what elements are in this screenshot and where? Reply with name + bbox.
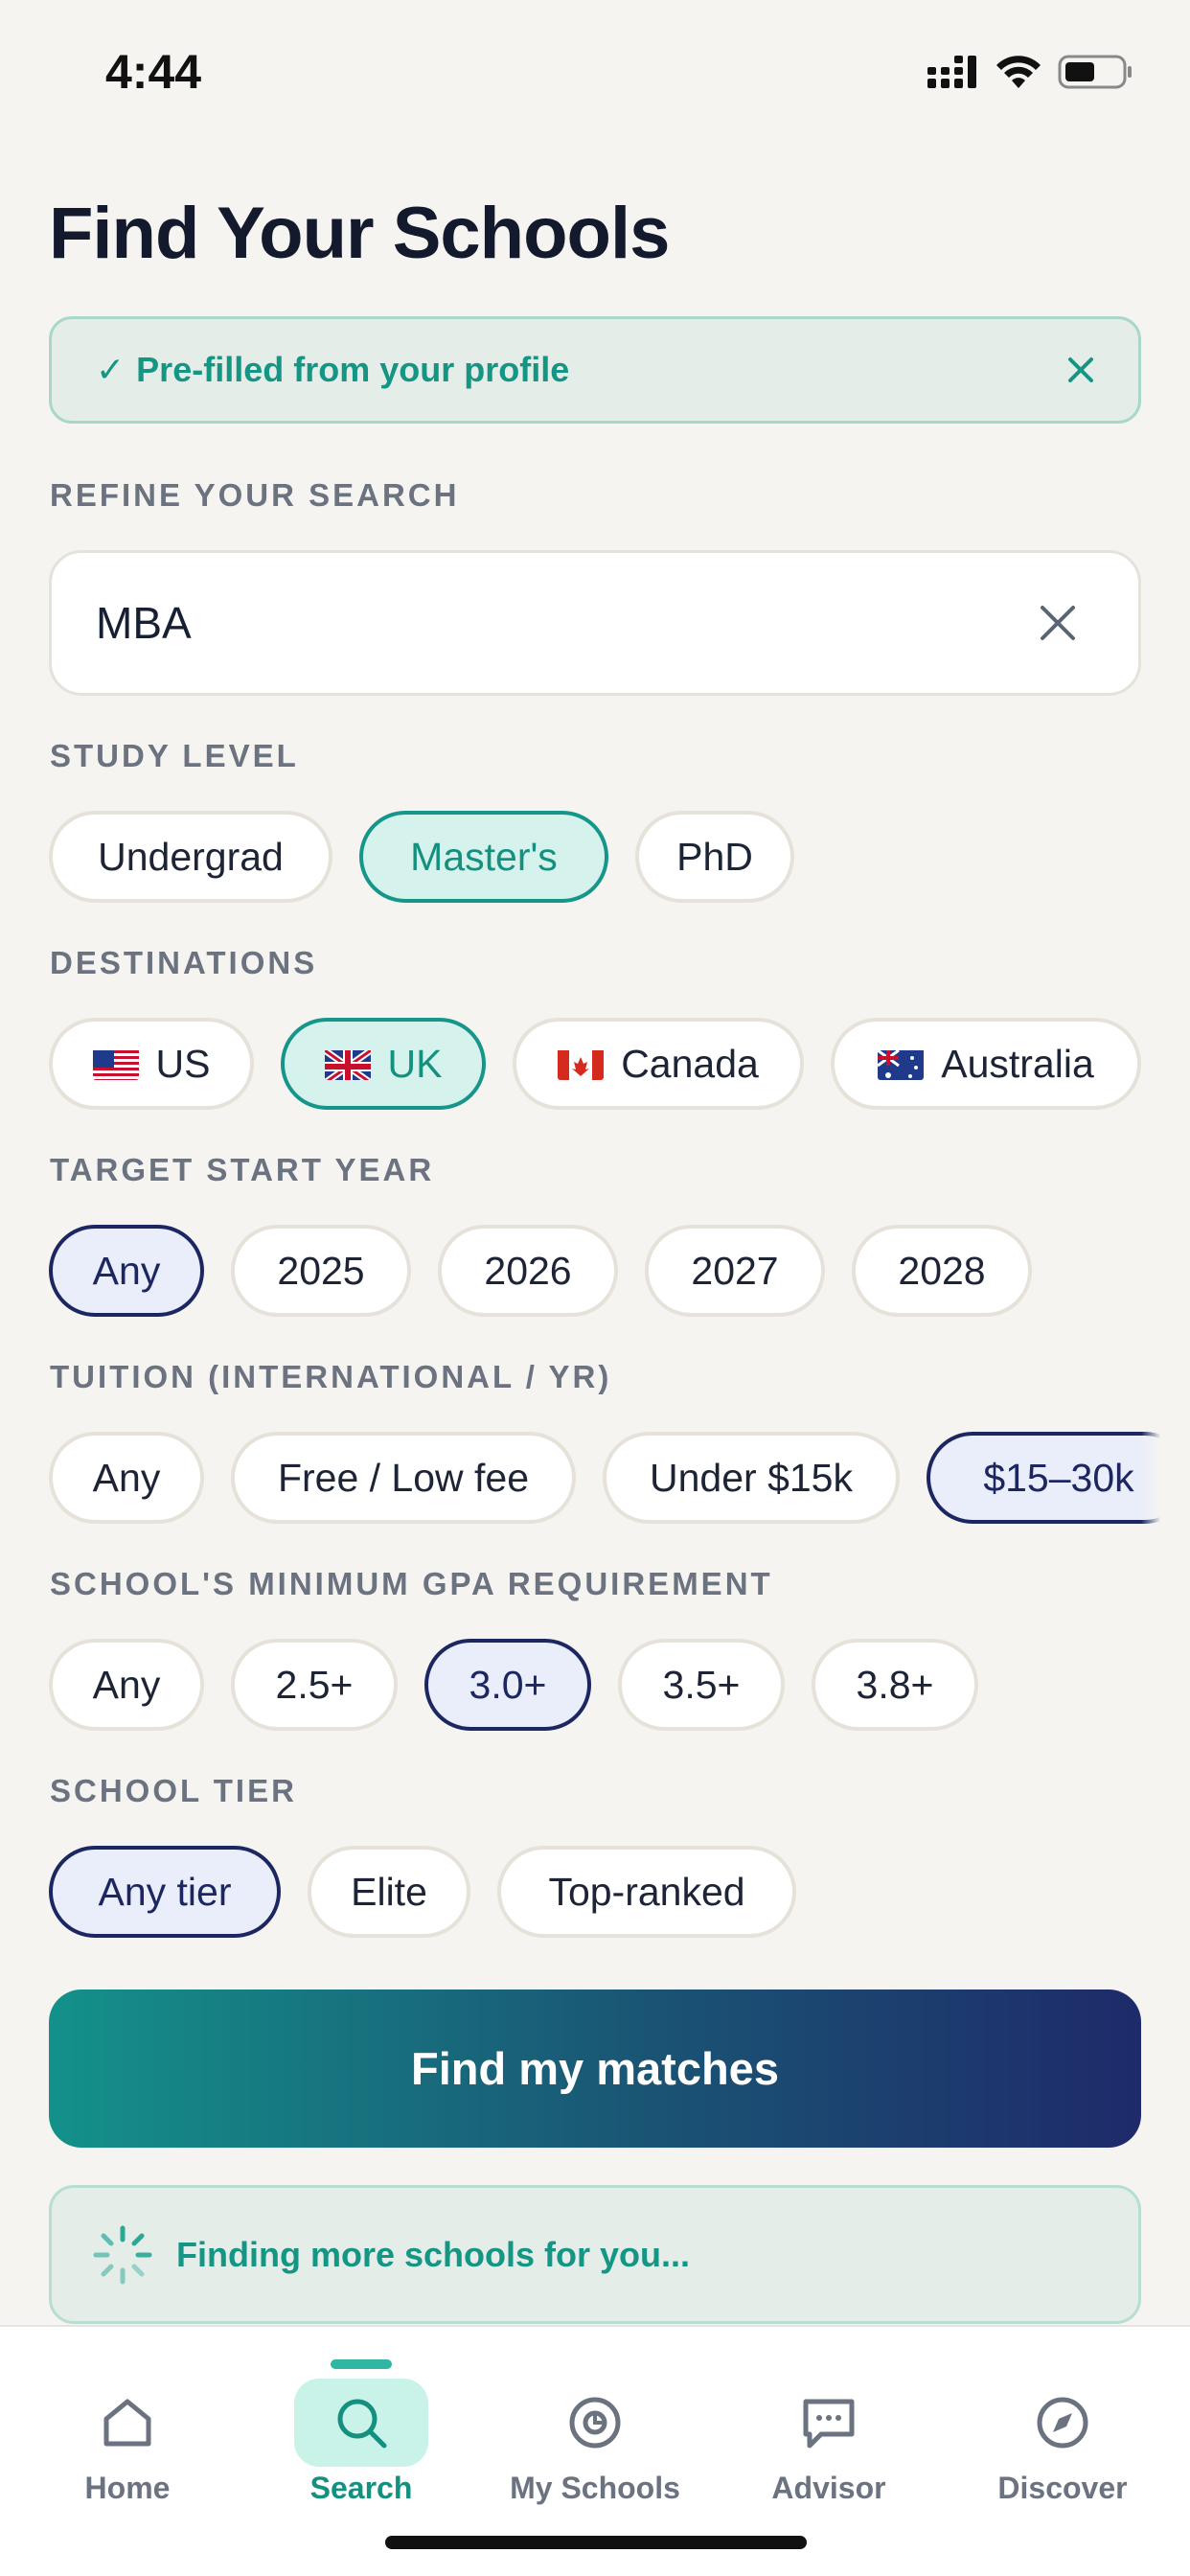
canada-flag-icon [558, 1047, 605, 1080]
close-icon[interactable] [1062, 351, 1100, 389]
loading-text: Finding more schools for you... [176, 2234, 691, 2274]
chip-year-any[interactable]: Any [49, 1225, 204, 1317]
tab-discover-label: Discover [997, 2471, 1128, 2505]
cellular-signal-icon [927, 56, 976, 88]
search-input-value[interactable]: MBA [96, 597, 1037, 649]
start-year-label: TARGET START YEAR [50, 1152, 435, 1187]
us-flag-icon [92, 1047, 139, 1080]
tab-home[interactable]: Home [9, 2327, 246, 2518]
tab-advisor[interactable]: Advisor [710, 2327, 948, 2518]
tab-my-schools[interactable]: My Schools [476, 2327, 714, 2518]
compass-icon [995, 2379, 1130, 2467]
status-time: 4:44 [105, 45, 202, 99]
chip-tuition-under-15k[interactable]: Under $15k [603, 1432, 900, 1524]
tuition-chips: Any Free / Low fee Under $15k $15–30k [49, 1432, 1190, 1524]
home-icon [60, 2379, 195, 2467]
chip-gpa-any[interactable]: Any [49, 1639, 204, 1731]
loading-card: Finding more schools for you... [49, 2185, 1141, 2324]
tab-my-schools-label: My Schools [510, 2471, 680, 2505]
chip-us-label: US [155, 1041, 211, 1086]
wifi-icon [996, 56, 1041, 88]
tab-search-label: Search [309, 2471, 413, 2505]
search-icon [294, 2379, 428, 2467]
status-bar: 4:44 [0, 0, 1190, 144]
chip-australia[interactable]: Australia [831, 1018, 1141, 1110]
check-icon: ✓ [96, 350, 126, 389]
start-year-chips: Any 2025 2026 2027 2028 [49, 1225, 1032, 1317]
chip-year-2026[interactable]: 2026 [438, 1225, 618, 1317]
chip-us[interactable]: US [49, 1018, 254, 1110]
refine-search-label: REFINE YOUR SEARCH [50, 477, 460, 513]
chat-icon [762, 2379, 896, 2467]
chip-tuition-any[interactable]: Any [49, 1432, 204, 1524]
find-matches-button[interactable]: Find my matches [49, 1990, 1141, 2148]
chip-canada-label: Canada [621, 1041, 759, 1086]
status-icons [927, 54, 1134, 90]
home-indicator [385, 2536, 807, 2549]
chip-year-2028[interactable]: 2028 [852, 1225, 1032, 1317]
school-tier-chips: Any tier Elite Top-ranked [49, 1846, 796, 1938]
target-icon [528, 2379, 662, 2467]
chip-gpa-3-5[interactable]: 3.5+ [618, 1639, 785, 1731]
search-input[interactable]: MBA [49, 550, 1141, 696]
tuition-label: TUITION (INTERNATIONAL / YR) [50, 1359, 612, 1394]
chip-gpa-3-0[interactable]: 3.0+ [424, 1639, 591, 1731]
chip-tier-any[interactable]: Any tier [49, 1846, 281, 1938]
chip-gpa-2-5[interactable]: 2.5+ [231, 1639, 398, 1731]
tab-advisor-label: Advisor [771, 2471, 886, 2505]
prefill-banner-text: Pre-filled from your profile [136, 350, 570, 389]
chip-uk-label: UK [387, 1041, 443, 1086]
chip-tier-elite[interactable]: Elite [308, 1846, 470, 1938]
gpa-label: SCHOOL'S MINIMUM GPA REQUIREMENT [50, 1566, 773, 1601]
chip-gpa-3-8[interactable]: 3.8+ [812, 1639, 978, 1731]
tab-search[interactable]: Search [242, 2327, 480, 2518]
chip-tier-top-ranked[interactable]: Top-ranked [497, 1846, 796, 1938]
destinations-label: DESTINATIONS [50, 945, 318, 980]
scroll-fade [1141, 0, 1190, 2576]
chip-uk[interactable]: UK [281, 1018, 486, 1110]
chip-masters[interactable]: Master's [359, 811, 608, 903]
clear-icon[interactable] [1037, 602, 1079, 644]
study-level-label: STUDY LEVEL [50, 738, 299, 773]
destination-chips: US UK Canada Australia [49, 1018, 1141, 1110]
battery-icon [1058, 55, 1132, 89]
chip-year-2027[interactable]: 2027 [645, 1225, 825, 1317]
study-level-chips: Undergrad Master's PhD [49, 811, 794, 903]
tab-discover[interactable]: Discover [944, 2327, 1181, 2518]
chip-year-2025[interactable]: 2025 [231, 1225, 411, 1317]
chip-tuition-15-30k[interactable]: $15–30k [927, 1432, 1190, 1524]
chip-undergrad[interactable]: Undergrad [49, 811, 332, 903]
school-tier-label: SCHOOL TIER [50, 1773, 297, 1808]
spinner-icon [93, 2225, 152, 2284]
uk-flag-icon [324, 1047, 371, 1080]
chip-canada[interactable]: Canada [513, 1018, 804, 1110]
australia-flag-icon [878, 1047, 925, 1080]
gpa-chips: Any 2.5+ 3.0+ 3.5+ 3.8+ [49, 1639, 978, 1731]
prefill-banner: ✓ Pre-filled from your profile [49, 316, 1141, 424]
chip-australia-label: Australia [941, 1041, 1094, 1086]
chip-tuition-free-low[interactable]: Free / Low fee [231, 1432, 576, 1524]
tab-home-label: Home [84, 2471, 171, 2505]
chip-phd[interactable]: PhD [635, 811, 794, 903]
page-title: Find Your Schools [49, 193, 670, 274]
